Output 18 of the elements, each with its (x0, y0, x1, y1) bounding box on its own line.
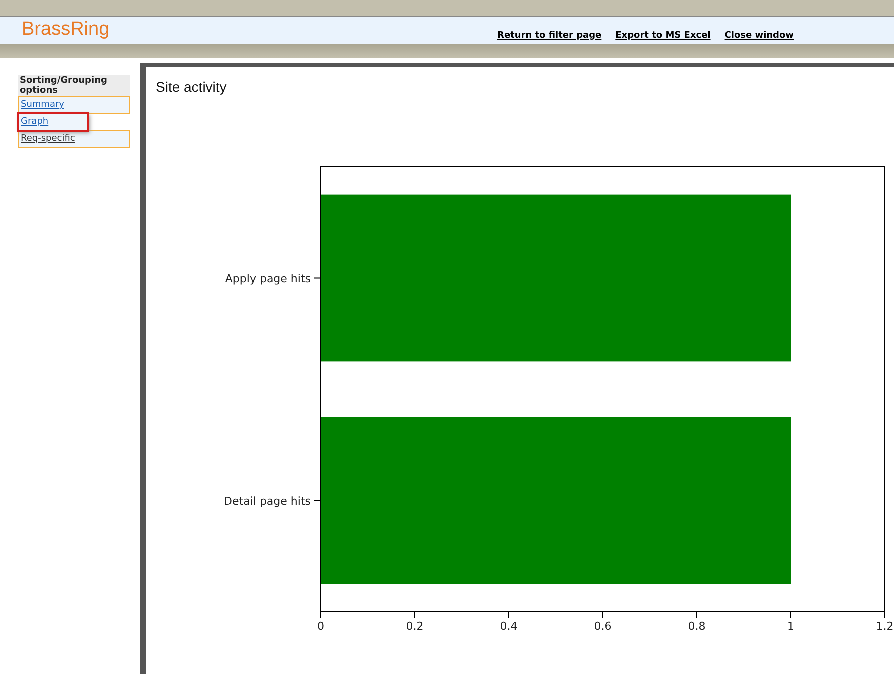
sidebar-item[interactable]: Summary (18, 96, 130, 114)
tick-label: 0.8 (688, 620, 706, 633)
tick-label: 0.6 (594, 620, 612, 633)
sidebar-heading: Sorting/Grouping options (18, 75, 130, 97)
tick-label: 1.2 (876, 620, 894, 633)
tick-label: 0.2 (406, 620, 424, 633)
header-link[interactable]: Export to MS Excel (616, 31, 711, 41)
header-link[interactable]: Close window (724, 31, 794, 41)
sidebar-item[interactable]: Req-specific (18, 130, 130, 148)
tick-label: 0 (318, 620, 324, 633)
sidebar-item[interactable]: Graph (18, 113, 88, 131)
chart-title: Site activity (156, 79, 228, 95)
tick-label: 1 (788, 620, 794, 633)
axis-label: Detail page hits (224, 494, 311, 508)
tick-label: 0.4 (500, 620, 518, 633)
axis-label: Apply page hits (225, 272, 311, 286)
header-link[interactable]: Return to filter page (498, 31, 602, 41)
logo-text: BrassRing (22, 19, 110, 41)
